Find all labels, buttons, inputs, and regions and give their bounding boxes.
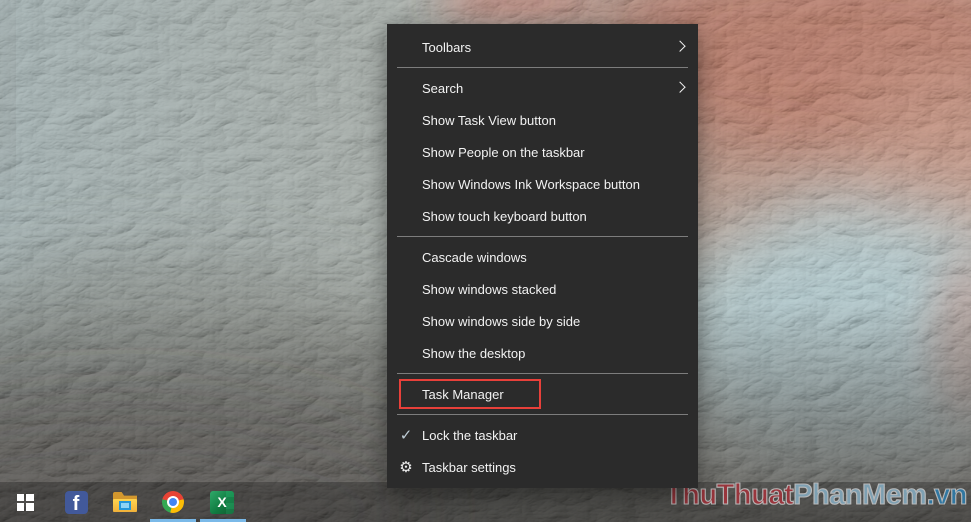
start-button[interactable] xyxy=(1,482,49,522)
menu-separator xyxy=(397,414,688,415)
menu-item-label: Show windows side by side xyxy=(422,313,581,329)
chrome-icon xyxy=(162,491,184,513)
menu-item-label: Taskbar settings xyxy=(422,459,516,475)
menu-item-show-windows-ink-workspace-button[interactable]: Show Windows Ink Workspace button xyxy=(387,168,698,200)
file-explorer-taskbar-button[interactable] xyxy=(101,482,149,522)
menu-item-label: Toolbars xyxy=(422,39,472,55)
menu-item-show-the-desktop[interactable]: Show the desktop xyxy=(387,337,698,369)
menu-item-toolbars[interactable]: Toolbars xyxy=(387,31,698,63)
menu-item-label: Show windows stacked xyxy=(422,281,557,297)
menu-item-label: Show People on the taskbar xyxy=(422,144,585,160)
menu-item-label: Cascade windows xyxy=(422,249,527,265)
menu-item-label: Search xyxy=(422,80,464,96)
facebook-taskbar-button[interactable]: f xyxy=(52,482,100,522)
taskbar-context-menu: Toolbars Search Show Task View button Sh… xyxy=(387,24,698,488)
menu-separator xyxy=(397,373,688,374)
menu-item-label: Show Task View button xyxy=(422,112,556,128)
excel-icon: X xyxy=(210,490,234,514)
menu-item-show-windows-side-by-side[interactable]: Show windows side by side xyxy=(387,305,698,337)
menu-item-label: Show the desktop xyxy=(422,345,526,361)
menu-item-show-task-view-button[interactable]: Show Task View button xyxy=(387,104,698,136)
file-explorer-icon xyxy=(113,492,137,512)
menu-item-show-windows-stacked[interactable]: Show windows stacked xyxy=(387,273,698,305)
desktop-screen: ThuThuatPhanMem.vn f X Toolbars Search S… xyxy=(0,0,971,522)
menu-item-show-touch-keyboard-button[interactable]: Show touch keyboard button xyxy=(387,200,698,232)
menu-item-task-manager[interactable]: Task Manager xyxy=(387,378,698,410)
checkmark-icon: ✓ xyxy=(399,426,413,444)
menu-item-label: Lock the taskbar xyxy=(422,427,518,443)
menu-item-lock-the-taskbar[interactable]: ✓ Lock the taskbar xyxy=(387,419,698,451)
menu-item-cascade-windows[interactable]: Cascade windows xyxy=(387,241,698,273)
taskbar: f X xyxy=(0,482,971,522)
chrome-taskbar-button[interactable] xyxy=(149,482,197,522)
chevron-right-icon xyxy=(674,81,686,93)
chevron-right-icon xyxy=(674,40,686,52)
menu-item-search[interactable]: Search xyxy=(387,72,698,104)
menu-separator xyxy=(397,236,688,237)
facebook-icon: f xyxy=(64,490,88,514)
menu-item-show-people-on-taskbar[interactable]: Show People on the taskbar xyxy=(387,136,698,168)
menu-separator xyxy=(397,67,688,68)
gear-icon: ⚙ xyxy=(399,458,413,476)
menu-item-taskbar-settings[interactable]: ⚙ Taskbar settings xyxy=(387,451,698,483)
menu-item-label: Task Manager xyxy=(422,386,504,402)
start-icon xyxy=(16,493,34,511)
menu-item-label: Show Windows Ink Workspace button xyxy=(422,176,640,192)
excel-taskbar-button[interactable]: X xyxy=(198,482,246,522)
menu-item-label: Show touch keyboard button xyxy=(422,208,587,224)
